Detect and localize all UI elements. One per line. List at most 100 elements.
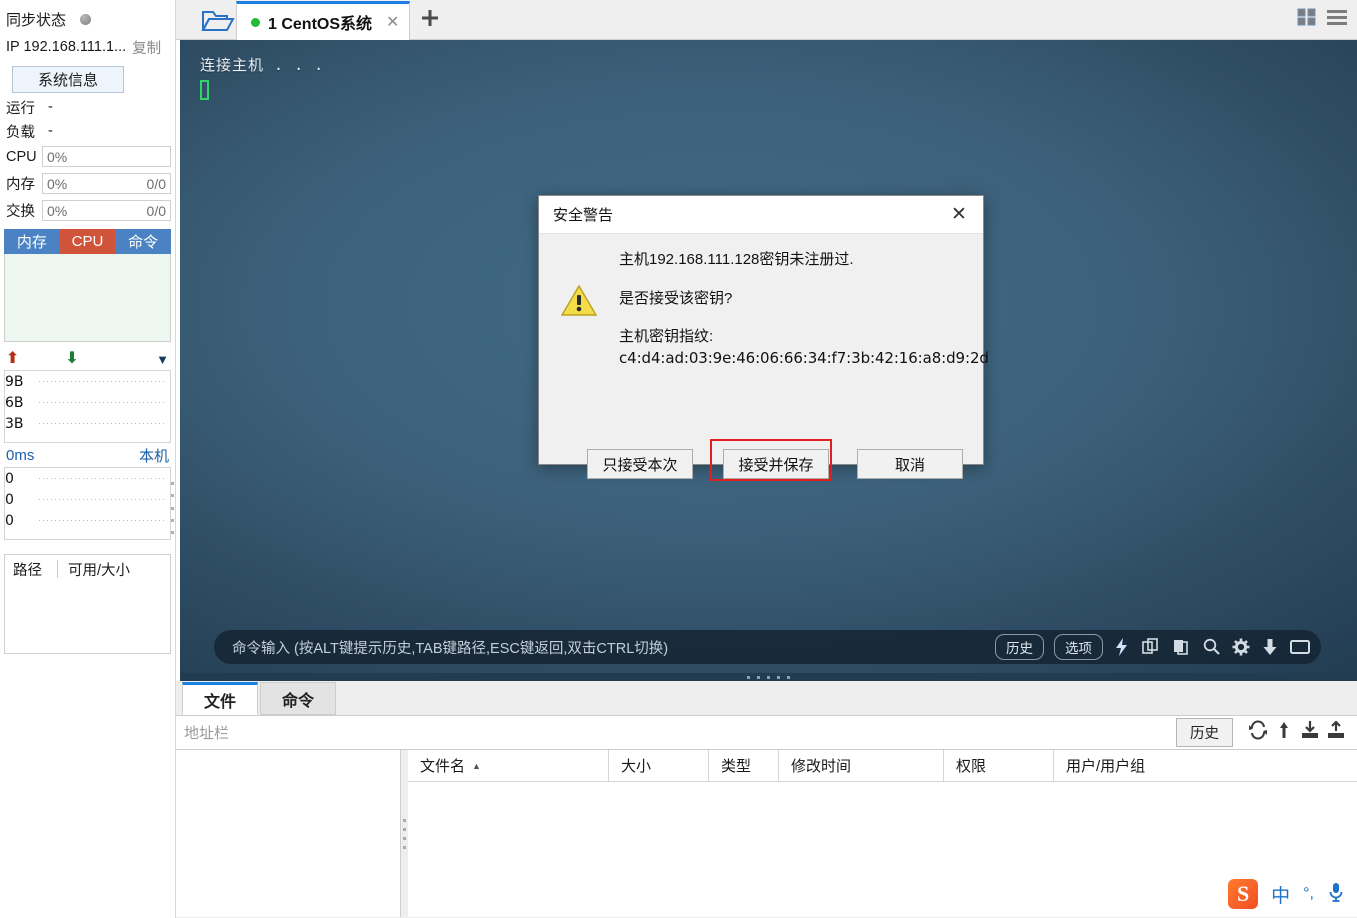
process-list-panel[interactable]	[4, 254, 171, 342]
terminal-panel-splitter[interactable]	[180, 673, 1357, 681]
graph-tick-label: 9B	[5, 373, 24, 390]
lightning-button[interactable]	[1113, 637, 1131, 657]
disk-path-panel[interactable]: 路径 可用/大小	[4, 554, 171, 654]
file-pane-splitter[interactable]	[401, 750, 408, 917]
uptime-label: 运行	[6, 100, 35, 117]
microphone-button[interactable]	[1327, 881, 1345, 908]
paste-button[interactable]	[1171, 637, 1191, 657]
duplicate-button[interactable]	[1141, 637, 1161, 657]
disk-path-col-size: 可用/大小	[68, 562, 131, 579]
disk-path-col-path: 路径	[13, 562, 42, 579]
window-button[interactable]	[1289, 638, 1311, 656]
search-button[interactable]	[1201, 637, 1221, 657]
meter-row-swap: 交换 0% 0/0	[0, 197, 175, 224]
column-size[interactable]: 大小	[608, 750, 708, 781]
sogou-ime-bar[interactable]: S 中 °,	[1222, 876, 1351, 912]
splitter-dot	[403, 827, 406, 831]
command-bar-actions: 历史 选项	[995, 634, 1311, 660]
status-dot-icon	[80, 13, 92, 25]
splitter-dot	[171, 494, 174, 498]
directory-tree-pane[interactable]	[176, 750, 401, 917]
column-type[interactable]: 类型	[708, 750, 778, 781]
hamburger-menu-icon	[1327, 10, 1347, 25]
system-info-button[interactable]: 系统信息	[12, 66, 124, 93]
address-input[interactable]: 地址栏	[184, 722, 1176, 743]
bottom-panel: 文件 命令 地址栏 历史 文件名 ▲ 大小 类型 修改时间 权限 用户/用户组	[176, 681, 1357, 918]
column-label: 权限	[956, 758, 987, 775]
ime-mode-button[interactable]: 中	[1271, 881, 1290, 908]
tab-command[interactable]: 命令	[115, 229, 172, 254]
sidebar-splitter[interactable]	[169, 480, 176, 536]
refresh-button[interactable]	[1245, 720, 1271, 745]
meter-box-cpu: 0%	[42, 146, 171, 167]
new-tab-button[interactable]	[416, 8, 444, 34]
warning-triangle-button	[560, 284, 598, 322]
file-history-button[interactable]: 历史	[1176, 718, 1233, 747]
splitter-dot	[171, 482, 174, 485]
splitter-dot	[171, 506, 174, 510]
chevron-down-icon[interactable]: ▼	[156, 352, 169, 367]
splitter-dot	[777, 675, 780, 679]
grid-view-button[interactable]	[1296, 6, 1318, 33]
lightning-icon	[1116, 638, 1127, 656]
hamburger-menu-button[interactable]	[1325, 6, 1349, 33]
accept-and-save-button[interactable]: 接受并保存	[723, 449, 829, 479]
column-modified[interactable]: 修改时间	[778, 750, 943, 781]
column-permissions[interactable]: 权限	[943, 750, 1053, 781]
download-to-button[interactable]	[1297, 720, 1323, 745]
column-filename[interactable]: 文件名 ▲	[408, 750, 608, 781]
column-label: 用户/用户组	[1066, 758, 1146, 775]
ip-label: IP 192.168.111.1...	[6, 39, 127, 55]
meter-box-memory: 0% 0/0	[42, 173, 171, 194]
connected-dot-icon	[251, 17, 260, 27]
tab-commands[interactable]: 命令	[260, 682, 336, 715]
uptime-row: 运行 -	[0, 95, 175, 119]
dialog-close-button[interactable]: ✕	[941, 200, 977, 230]
load-value: -	[48, 123, 53, 139]
command-input-bar[interactable]: 命令输入 (按ALT键提示历史,TAB键路径,ESC键返回,双击CTRL切换) …	[214, 630, 1321, 664]
upload-arrow-button[interactable]	[1271, 720, 1297, 745]
close-icon[interactable]: ✕	[386, 12, 399, 32]
refresh-icon	[1249, 720, 1267, 740]
dialog-message-block: 主机192.168.111.128密钥未注册过. 是否接受该密钥? 主机密钥指纹…	[619, 251, 989, 366]
warning-triangle-icon	[560, 284, 598, 316]
tab-files[interactable]: 文件	[182, 682, 258, 715]
options-pill-button[interactable]: 选项	[1054, 634, 1103, 660]
paste-icon	[1174, 640, 1188, 655]
download-icon	[1263, 639, 1277, 655]
upload-from-button[interactable]	[1323, 720, 1349, 745]
accept-once-button[interactable]: 只接受本次	[587, 449, 693, 479]
graph-tick-row: 0	[5, 489, 170, 510]
upload-arrow-icon	[1280, 722, 1288, 738]
download-button[interactable]	[1261, 637, 1279, 657]
window-icon	[1290, 640, 1310, 654]
sysinfo-button-wrap: 系统信息	[0, 60, 175, 95]
settings-button[interactable]	[1231, 637, 1251, 657]
tab-memory[interactable]: 内存	[4, 229, 60, 254]
meter-box-swap: 0% 0/0	[42, 200, 171, 221]
file-list-pane[interactable]: 文件名 ▲ 大小 类型 修改时间 权限 用户/用户组	[408, 750, 1357, 917]
download-to-icon	[1302, 721, 1318, 738]
sync-status-label: 同步状态	[6, 11, 67, 29]
gridline	[39, 520, 164, 521]
gridline	[39, 423, 164, 424]
history-pill-button[interactable]: 历史	[995, 634, 1044, 660]
file-list-header: 文件名 ▲ 大小 类型 修改时间 权限 用户/用户组	[408, 750, 1357, 782]
copy-button[interactable]: 复制	[132, 37, 161, 58]
gridline	[39, 499, 164, 500]
left-sidebar: 同步状态 IP 192.168.111.1... 复制 系统信息 运行 - 负载…	[0, 0, 176, 918]
sort-ascending-icon: ▲	[472, 760, 481, 771]
column-owner-group[interactable]: 用户/用户组	[1053, 750, 1357, 781]
grid-view-icon	[1297, 8, 1316, 26]
splitter-dot	[747, 675, 750, 679]
graph-tick-label: 3B	[5, 415, 24, 432]
splitter-dot	[171, 531, 174, 534]
ime-punctuation-button[interactable]: °,	[1303, 885, 1314, 903]
graph-tick-label: 0	[5, 470, 14, 487]
tab-cpu[interactable]: CPU	[59, 229, 116, 254]
graph-tick-row: 3B	[5, 413, 170, 434]
terminal-tab-1[interactable]: 1 CentOS系统 ✕	[236, 1, 411, 40]
cancel-button[interactable]: 取消	[857, 449, 963, 479]
meter-detail-memory: 0/0	[146, 175, 166, 192]
splitter-dot	[171, 518, 174, 522]
